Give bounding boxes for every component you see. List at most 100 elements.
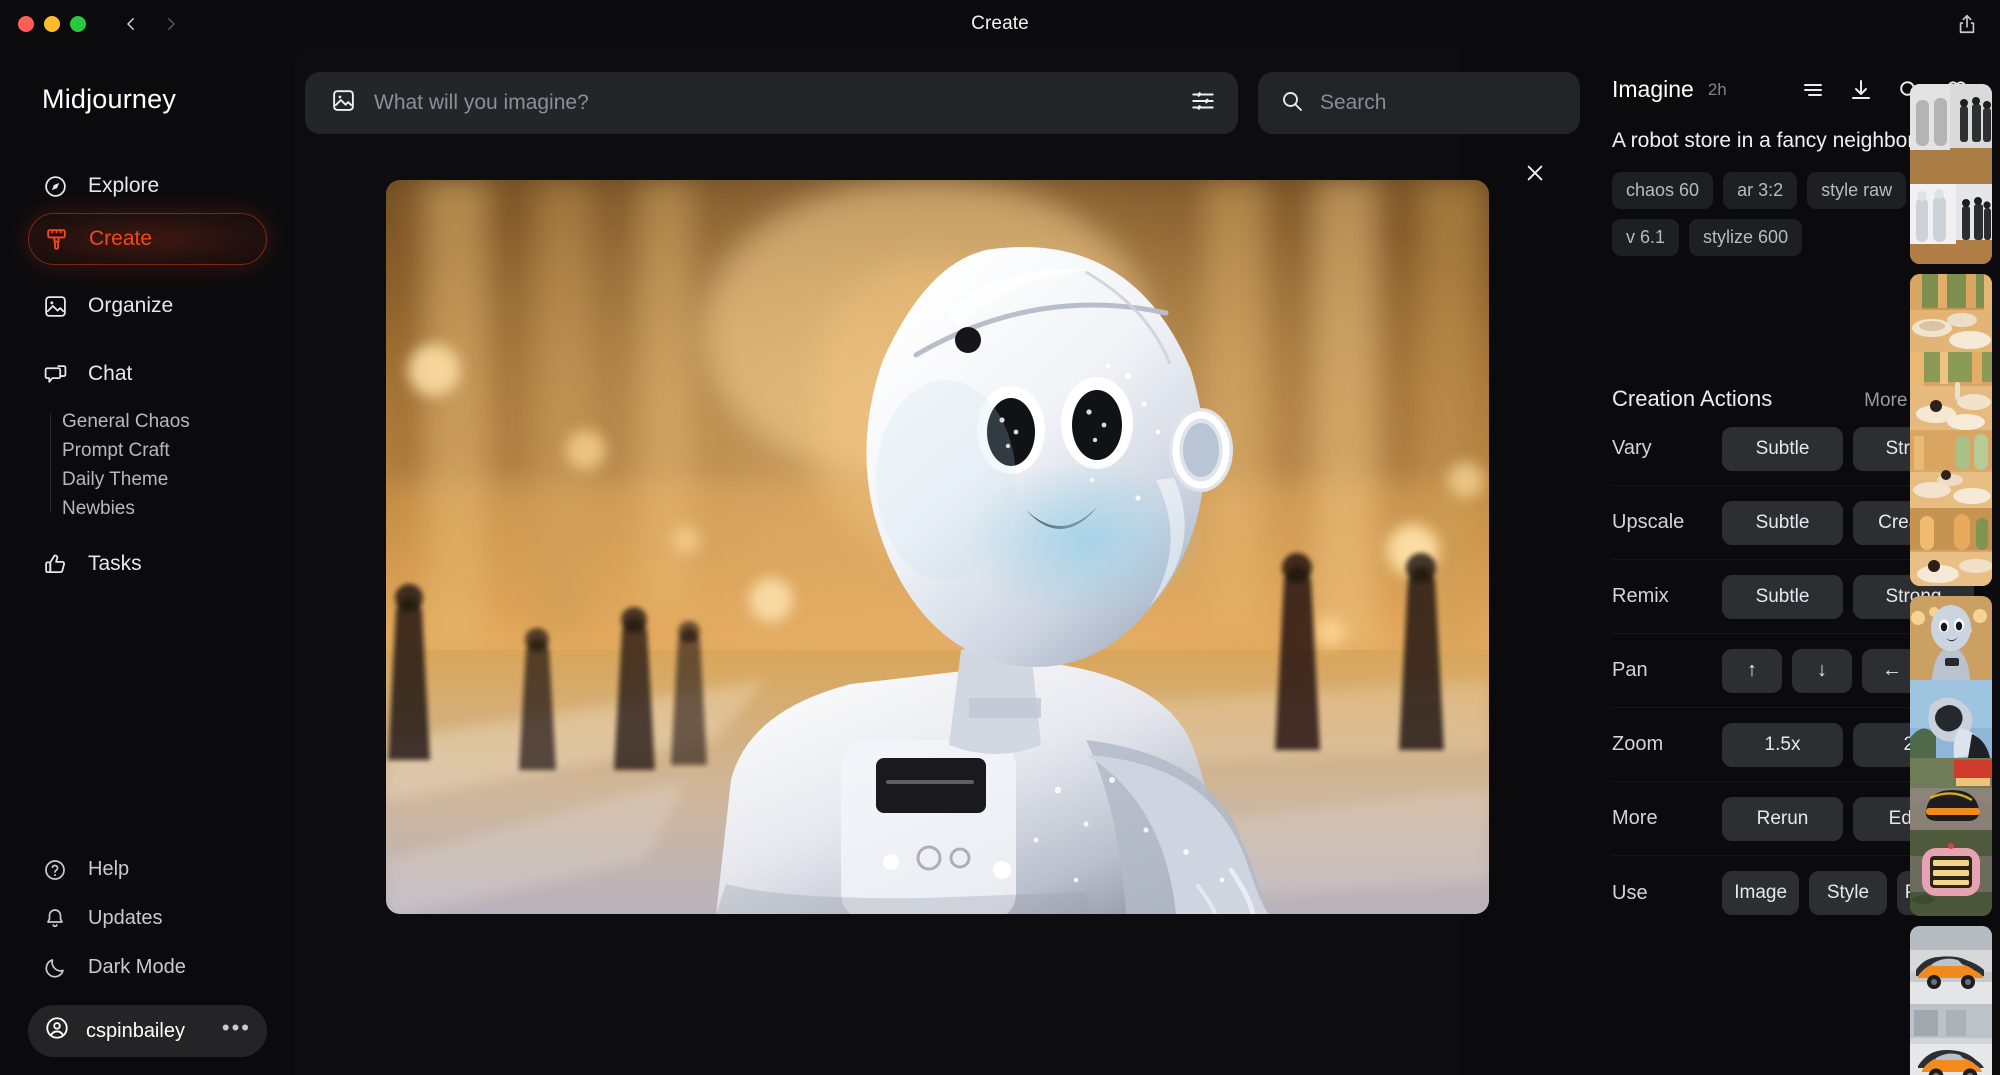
chat-bubbles-icon	[42, 361, 68, 387]
thumbnail-robot-sky-machine[interactable]	[1910, 680, 1992, 758]
username-label: cspinbailey	[86, 1020, 206, 1043]
thumbnail-group-robot	[1910, 596, 1992, 916]
action-label: Upscale	[1612, 511, 1712, 534]
thumbnail-orange-car-showroom[interactable]	[1910, 926, 1992, 1004]
sidebar-footer-nav: Help Updates	[0, 846, 295, 991]
sidebar-item-label: Organize	[88, 294, 173, 318]
question-circle-icon	[42, 857, 68, 883]
download-icon[interactable]	[1848, 77, 1874, 103]
sidebar-item-label: Updates	[88, 907, 163, 930]
close-window-button[interactable]	[18, 16, 34, 32]
compass-icon	[42, 173, 68, 199]
thumbnail-rail[interactable]	[1910, 48, 2000, 1075]
image-icon	[42, 293, 68, 319]
action-label: Use	[1612, 882, 1712, 905]
user-menu-icon[interactable]: •••	[222, 1017, 251, 1045]
tag-aspect-ratio[interactable]: ar 3:2	[1723, 172, 1797, 209]
nav-gap	[0, 265, 295, 279]
midjourney-app-window: Create Midjourney Explore	[0, 0, 2000, 1075]
hero-image[interactable]	[386, 180, 1489, 914]
thumbnail-group-gallery	[1910, 84, 1992, 264]
search-input-bar[interactable]: Search	[1258, 72, 1580, 134]
detail-timestamp: 2h	[1708, 80, 1727, 100]
prompt-input-placeholder[interactable]: What will you imagine?	[374, 91, 1172, 115]
chat-channel-newbies[interactable]: Newbies	[62, 494, 295, 523]
brand-logo: Midjourney	[0, 48, 295, 115]
thumbnail-spa-pods-mirrors[interactable]	[1910, 430, 1992, 508]
rerun-button[interactable]: Rerun	[1722, 797, 1843, 841]
chat-channel-general-chaos[interactable]: General Chaos	[62, 407, 295, 436]
chat-channel-prompt-craft[interactable]: Prompt Craft	[62, 436, 295, 465]
thumbnail-robot-portrait-hall[interactable]	[1910, 596, 1992, 680]
bell-icon	[42, 906, 68, 932]
pan-down-button[interactable]: ↓	[1792, 649, 1852, 693]
forward-chevron-icon[interactable]	[162, 15, 180, 33]
tag-stylize[interactable]: stylize 600	[1689, 219, 1802, 256]
minimize-window-button[interactable]	[44, 16, 60, 32]
chat-channel-daily-theme[interactable]: Daily Theme	[62, 465, 295, 494]
traffic-lights	[0, 16, 86, 32]
search-icon	[1280, 89, 1304, 118]
action-label: Zoom	[1612, 733, 1712, 756]
close-icon[interactable]	[1518, 156, 1552, 190]
primary-nav: Explore Create	[0, 159, 295, 591]
sidebar-item-label: Dark Mode	[88, 956, 186, 979]
prompt-input-bar[interactable]: What will you imagine?	[305, 72, 1238, 134]
thumbnail-group-spa	[1910, 274, 1992, 586]
moon-icon	[42, 955, 68, 981]
nav-gap	[0, 523, 295, 537]
list-icon[interactable]	[1800, 77, 1826, 103]
nav-gap	[0, 333, 295, 347]
chat-channel-list: General Chaos Prompt Craft Daily Theme N…	[0, 407, 295, 523]
share-icon[interactable]	[1952, 9, 1982, 39]
sidebar-item-chat[interactable]: Chat	[28, 347, 267, 401]
creation-actions-title: Creation Actions	[1612, 386, 1772, 412]
thumbnail-gallery-sculptures[interactable]	[1910, 184, 1992, 264]
main-content: What will you imagine? Search	[295, 48, 1580, 1075]
action-label: Vary	[1612, 437, 1712, 460]
thumbnail-spa-pods-plants[interactable]	[1910, 508, 1992, 586]
sidebar-item-tasks[interactable]: Tasks	[28, 537, 267, 591]
action-label: More	[1612, 807, 1712, 830]
use-image-button[interactable]: Image	[1722, 871, 1799, 915]
paintbrush-icon	[43, 226, 69, 252]
vary-subtle-button[interactable]: Subtle	[1722, 427, 1843, 471]
image-viewer	[295, 134, 1580, 1075]
maximize-window-button[interactable]	[70, 16, 86, 32]
thumbnail-orange-pod-vehicle[interactable]	[1910, 758, 1992, 830]
thumbnail-spa-pods-forest[interactable]	[1910, 274, 1992, 352]
app-body: Midjourney Explore Create	[0, 48, 2000, 1075]
thumbnail-orange-car-display[interactable]	[1910, 1004, 1992, 1075]
sidebar-item-label: Help	[88, 858, 129, 881]
tag-version[interactable]: v 6.1	[1612, 219, 1679, 256]
image-icon[interactable]	[331, 88, 356, 118]
thumbs-up-icon	[42, 551, 68, 577]
thumbnail-pink-vending-kiosk[interactable]	[1910, 830, 1992, 916]
sidebar-item-label: Explore	[88, 174, 159, 198]
sidebar-spacer	[0, 591, 295, 846]
sidebar-item-dark-mode[interactable]: Dark Mode	[28, 944, 267, 991]
sidebar-item-explore[interactable]: Explore	[28, 159, 267, 213]
sidebar-item-updates[interactable]: Updates	[28, 895, 267, 942]
thumbnail-gallery-white-hall[interactable]	[1910, 84, 1992, 184]
tag-chaos[interactable]: chaos 60	[1612, 172, 1713, 209]
top-search-row: What will you imagine? Search	[295, 48, 1580, 134]
use-style-button[interactable]: Style	[1809, 871, 1886, 915]
sidebar-item-create[interactable]: Create	[28, 213, 267, 265]
upscale-subtle-button[interactable]: Subtle	[1722, 501, 1843, 545]
thumbnail-spa-pods-people[interactable]	[1910, 352, 1992, 430]
remix-subtle-button[interactable]: Subtle	[1722, 575, 1843, 619]
sliders-icon[interactable]	[1190, 88, 1216, 119]
tag-style[interactable]: style raw	[1807, 172, 1906, 209]
back-chevron-icon[interactable]	[122, 15, 140, 33]
navigation-arrows	[122, 15, 180, 33]
pan-up-button[interactable]: ↑	[1722, 649, 1782, 693]
zoom-1-5x-button[interactable]: 1.5x	[1722, 723, 1843, 767]
sidebar-item-help[interactable]: Help	[28, 846, 267, 893]
user-profile-pill[interactable]: cspinbailey •••	[28, 1005, 267, 1057]
search-input-placeholder[interactable]: Search	[1320, 91, 1387, 115]
thumbnail-group-cars	[1910, 926, 1992, 1075]
sidebar-item-label: Chat	[88, 362, 132, 386]
avatar-icon	[44, 1015, 70, 1047]
sidebar-item-organize[interactable]: Organize	[28, 279, 267, 333]
